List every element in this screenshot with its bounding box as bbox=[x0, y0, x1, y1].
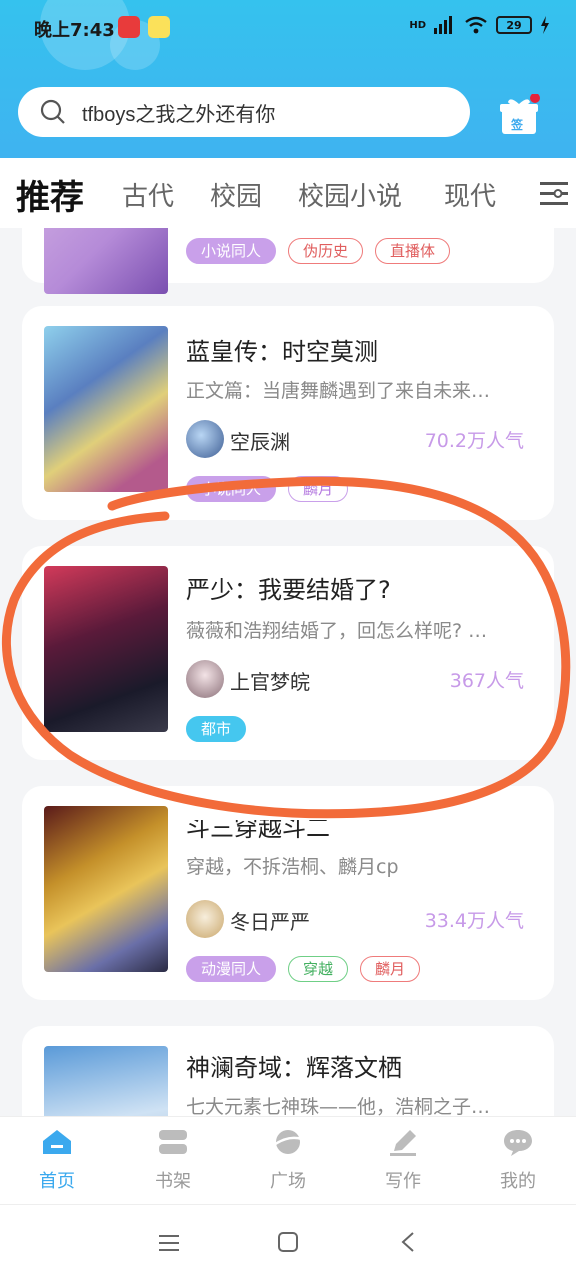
author-row: 冬日严严 33.4万人气 bbox=[186, 900, 526, 938]
notification-app-icon bbox=[118, 16, 140, 38]
nav-write[interactable]: 写作 bbox=[358, 1127, 448, 1193]
author-row: 上官梦皖 367人气 bbox=[186, 660, 526, 698]
tab-ancient[interactable]: 古代 bbox=[122, 176, 174, 213]
nav-home[interactable]: 首页 bbox=[12, 1127, 102, 1193]
book-tags: 小说同人 伪历史 直播体 bbox=[186, 238, 451, 264]
popularity-count: 367人气 bbox=[449, 670, 524, 692]
author-row: 空辰渊 70.2万人气 bbox=[186, 420, 526, 458]
author-name: 冬日严严 bbox=[230, 910, 310, 934]
signal-icon bbox=[434, 16, 452, 34]
author-avatar bbox=[186, 420, 224, 458]
book-list: 小说同人 伪历史 直播体 蓝皇传：时空莫测 正文篇：当唐舞麟遇到了来自未来… 空… bbox=[0, 228, 576, 1116]
notification-app-icon bbox=[148, 16, 170, 38]
author-name: 上官梦皖 bbox=[230, 670, 310, 694]
tag: 麟月 bbox=[360, 956, 421, 982]
book-description: 穿越，不拆浩桐、麟月cp bbox=[186, 856, 399, 878]
book-title: 严少：我要结婚了? bbox=[186, 576, 391, 604]
book-tags: 都市 bbox=[186, 716, 247, 742]
battery-indicator: 29 bbox=[496, 16, 532, 34]
chat-profile-icon bbox=[504, 1130, 532, 1156]
author-avatar bbox=[186, 900, 224, 938]
app-header: 晚上7:43 HD 29 tfboys之我之外还有你 签 bbox=[0, 0, 576, 158]
back-icon[interactable] bbox=[400, 1231, 416, 1253]
home-icon bbox=[43, 1130, 71, 1154]
nav-profile[interactable]: 我的 bbox=[473, 1127, 563, 1193]
book-card[interactable]: 蓝皇传：时空莫测 正文篇：当唐舞麟遇到了来自未来… 空辰渊 70.2万人气 小说… bbox=[22, 306, 554, 520]
tag: 穿越 bbox=[288, 956, 349, 982]
nav-label: 我的 bbox=[500, 1171, 536, 1192]
recent-apps-icon[interactable] bbox=[158, 1233, 180, 1253]
home-button-icon[interactable] bbox=[277, 1231, 299, 1253]
charging-icon bbox=[541, 16, 549, 34]
book-cover bbox=[44, 326, 168, 492]
book-card[interactable]: 神澜奇域：辉落文栖 七大元素七神珠——他，浩桐之子… bbox=[22, 1026, 554, 1116]
book-title: 神澜奇域：辉落文栖 bbox=[186, 1054, 402, 1082]
status-time: 晚上7:43 bbox=[34, 20, 115, 41]
nav-bookshelf[interactable]: 书架 bbox=[128, 1127, 218, 1193]
category-tabs: 推荐 古代 校园 校园小说 现代 bbox=[0, 158, 576, 228]
category-menu-icon[interactable] bbox=[536, 180, 570, 208]
plaza-icon bbox=[273, 1130, 303, 1154]
search-query: tfboys之我之外还有你 bbox=[82, 103, 276, 126]
network-type: HD bbox=[409, 19, 426, 31]
bottom-navigation: 首页 书架 广场 写作 我的 bbox=[0, 1116, 576, 1204]
book-tags: 动漫同人 穿越 麟月 bbox=[186, 956, 421, 982]
book-cover bbox=[44, 1046, 168, 1116]
book-card[interactable]: 小说同人 伪历史 直播体 bbox=[22, 228, 554, 294]
book-title: 蓝皇传：时空莫测 bbox=[186, 338, 378, 366]
pen-icon bbox=[390, 1130, 416, 1156]
book-description: 薇薇和浩翔结婚了，回怎么样呢? … bbox=[186, 620, 488, 642]
nav-label: 书架 bbox=[155, 1171, 191, 1192]
book-card[interactable]: 斗三穿越斗二 穿越，不拆浩桐、麟月cp 冬日严严 33.4万人气 动漫同人 穿越… bbox=[22, 786, 554, 1000]
bookshelf-icon bbox=[159, 1130, 187, 1154]
tag: 小说同人 bbox=[186, 476, 277, 502]
tag: 直播体 bbox=[375, 238, 451, 264]
book-tags: 小说同人 麟月 bbox=[186, 476, 349, 502]
check-in-gift-button[interactable]: 签 bbox=[498, 93, 540, 136]
tag: 小说同人 bbox=[186, 238, 277, 264]
tag: 动漫同人 bbox=[186, 956, 277, 982]
tab-modern[interactable]: 现代 bbox=[444, 176, 496, 213]
author-avatar bbox=[186, 660, 224, 698]
tab-recommend[interactable]: 推荐 bbox=[16, 170, 84, 219]
system-navigation-bar bbox=[0, 1204, 576, 1280]
tab-campus-novel[interactable]: 校园小说 bbox=[298, 176, 402, 213]
nav-label: 广场 bbox=[270, 1171, 306, 1192]
status-icons: HD 29 bbox=[409, 16, 550, 34]
battery-level: 29 bbox=[506, 18, 522, 32]
book-cover bbox=[44, 228, 168, 294]
search-bar[interactable]: tfboys之我之外还有你 bbox=[18, 87, 470, 137]
tag: 伪历史 bbox=[288, 238, 364, 264]
nav-plaza[interactable]: 广场 bbox=[243, 1127, 333, 1193]
status-bar: 晚上7:43 HD 29 bbox=[0, 0, 576, 56]
book-cover bbox=[44, 806, 168, 972]
author-name: 空辰渊 bbox=[230, 430, 290, 454]
book-card[interactable]: 严少：我要结婚了? 薇薇和浩翔结婚了，回怎么样呢? … 上官梦皖 367人气 都… bbox=[22, 546, 554, 760]
wifi-icon bbox=[465, 16, 487, 34]
nav-label: 写作 bbox=[385, 1171, 421, 1192]
book-title: 斗三穿越斗二 bbox=[186, 814, 330, 842]
popularity-count: 33.4万人气 bbox=[424, 910, 524, 932]
book-description: 七大元素七神珠——他，浩桐之子… bbox=[186, 1096, 491, 1116]
book-description: 正文篇：当唐舞麟遇到了来自未来… bbox=[186, 380, 491, 402]
nav-label: 首页 bbox=[39, 1171, 75, 1192]
tag: 麟月 bbox=[288, 476, 349, 502]
check-in-label: 签 bbox=[511, 118, 524, 132]
book-cover bbox=[44, 566, 168, 732]
tab-campus[interactable]: 校园 bbox=[210, 176, 262, 213]
popularity-count: 70.2万人气 bbox=[424, 430, 524, 452]
search-icon bbox=[40, 99, 65, 124]
tag: 都市 bbox=[186, 716, 247, 742]
